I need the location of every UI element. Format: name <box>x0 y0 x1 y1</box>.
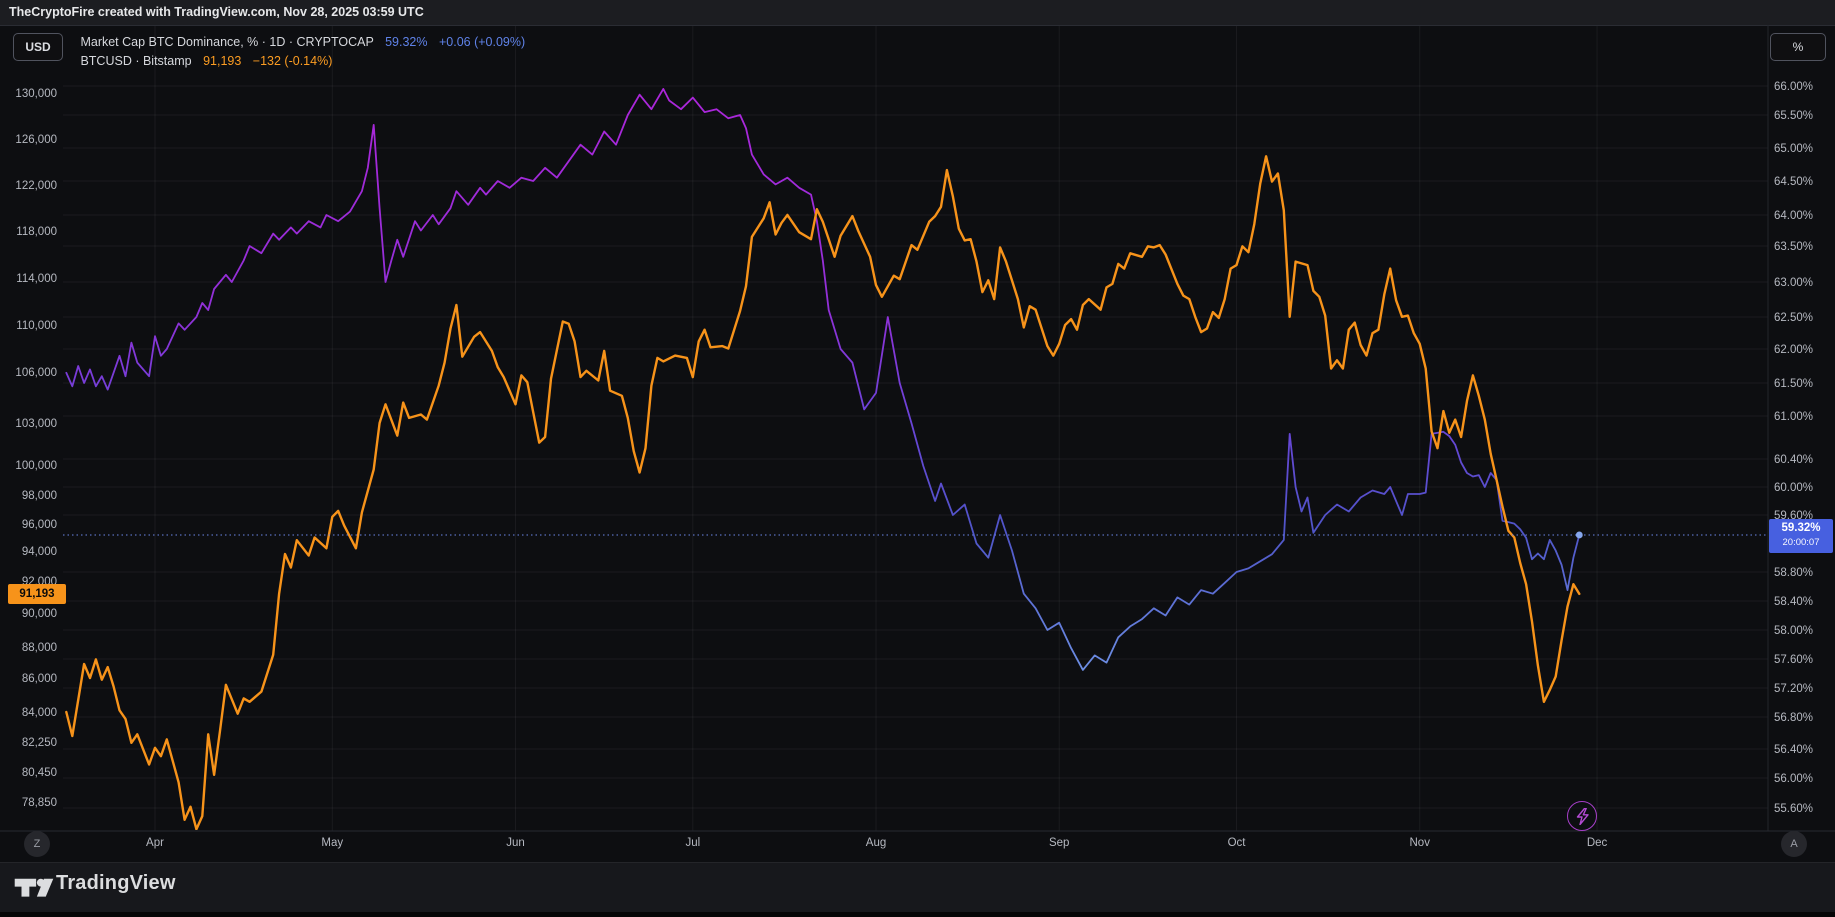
left-axis-tick-label: 130,000 <box>15 88 57 100</box>
time-axis-month-label: May <box>321 837 343 849</box>
right-axis-tick-label: 58.00% <box>1774 625 1813 637</box>
right-axis-tick-label: 62.00% <box>1774 344 1813 356</box>
timezone-button[interactable]: Z <box>24 831 50 857</box>
right-axis-tick-label: 63.00% <box>1774 277 1813 289</box>
right-axis-tick-label: 61.00% <box>1774 411 1813 423</box>
left-axis-tick-label: 86,000 <box>22 673 57 685</box>
right-axis-tick-label: 63.50% <box>1774 241 1813 253</box>
footer-toolbar: TradingView <box>0 862 1835 912</box>
right-price-scale[interactable]: 66.00% 65.50% 65.00% 64.50% 64.00% 63.50% 63.0… <box>1774 81 1813 815</box>
bottom-strip <box>0 912 1835 917</box>
dominance-last-price-badge: 59.32% 20:00:07 <box>1769 519 1833 553</box>
left-axis-tick-label: 84,000 <box>22 707 57 719</box>
dominance-change: +0.06 (+0.09%) <box>439 35 525 49</box>
time-axis-month-label: Sep <box>1049 837 1069 849</box>
btcusd-last-price-badge: 91,193 <box>8 584 66 604</box>
legend-row-dominance[interactable]: Market Cap BTC Dominance, % · 1D · CRYPT… <box>80 33 525 52</box>
lightning-icon <box>1575 808 1590 825</box>
tradingview-chart-page: TheCryptoFire created with TradingView.c… <box>0 0 1835 917</box>
dominance-badge-countdown: 20:00:07 <box>1769 536 1833 549</box>
dominance-badge-price: 59.32% <box>1769 521 1833 536</box>
time-axis-month-label: Jul <box>685 837 700 849</box>
btcusd-last-value: 91,193 <box>203 54 241 68</box>
dominance-line-series[interactable] <box>66 89 1579 670</box>
left-axis-tick-label: 110,000 <box>16 320 57 332</box>
right-axis-tick-label: 58.40% <box>1774 596 1813 608</box>
right-axis-tick-label: 60.00% <box>1774 482 1813 494</box>
left-axis-tick-label: 96,000 <box>22 519 57 531</box>
right-axis-tick-label: 64.50% <box>1774 176 1813 188</box>
right-axis-tick-label: 64.00% <box>1774 210 1813 222</box>
left-axis-tick-label: 100,000 <box>15 460 57 472</box>
currency-button[interactable]: USD <box>13 33 63 61</box>
left-axis-tick-label: 114,000 <box>16 273 57 285</box>
legend-rows: Market Cap BTC Dominance, % · 1D · CRYPT… <box>80 33 525 71</box>
btcusd-symbol-label: BTCUSD · Bitstamp <box>80 54 191 68</box>
right-axis-tick-label: 57.20% <box>1774 683 1813 695</box>
dominance-symbol-label: Market Cap BTC Dominance, % · 1D · CRYPT… <box>80 35 373 49</box>
attribution-bar: TheCryptoFire created with TradingView.c… <box>0 0 1835 25</box>
right-axis-tick-label: 62.50% <box>1774 312 1813 324</box>
right-axis-tick-label: 56.40% <box>1774 744 1813 756</box>
attribution-text: TheCryptoFire created with TradingView.c… <box>9 5 424 19</box>
right-axis-tick-label: 65.50% <box>1774 110 1813 122</box>
time-scale[interactable]: Apr May Jun Jul Aug Sep Oct Nov Dec <box>146 837 1607 849</box>
time-axis-month-label: Apr <box>146 837 164 849</box>
dominance-last-value: 59.32% <box>385 35 427 49</box>
right-axis-tick-label: 66.00% <box>1774 81 1813 93</box>
left-axis-tick-label: 90,000 <box>22 608 57 620</box>
left-axis-tick-label: 88,000 <box>22 642 57 654</box>
last-point-dot <box>1576 532 1583 539</box>
left-axis-tick-label: 94,000 <box>22 546 57 558</box>
left-axis-tick-label: 103,000 <box>15 418 57 430</box>
left-axis-tick-label: 118,000 <box>16 226 57 238</box>
time-axis-month-label: Jun <box>506 837 525 849</box>
right-axis-tick-label: 57.60% <box>1774 654 1813 666</box>
chart-legend: USD Market Cap BTC Dominance, % · 1D · C… <box>13 33 525 71</box>
right-axis-tick-label: 56.80% <box>1774 712 1813 724</box>
btcusd-change: −132 (-0.14%) <box>253 54 333 68</box>
time-axis-month-label: Dec <box>1587 837 1608 849</box>
time-axis-month-label: Aug <box>866 837 886 849</box>
right-axis-tick-label: 58.80% <box>1774 567 1813 579</box>
right-axis-tick-label: 65.00% <box>1774 143 1813 155</box>
left-price-scale[interactable]: 130,000 126,000 122,000 118,000 114,000 110,0… <box>15 88 57 809</box>
tradingview-brand-text[interactable]: TradingView <box>56 872 176 895</box>
left-axis-tick-label: 126,000 <box>15 134 57 146</box>
grid <box>63 26 1768 831</box>
left-axis-tick-label: 98,000 <box>22 490 57 502</box>
tradingview-logo-icon[interactable] <box>14 874 54 902</box>
left-axis-tick-label: 80,450 <box>22 767 57 779</box>
legend-row-btcusd[interactable]: BTCUSD · Bitstamp 91,193 −132 (-0.14%) <box>80 52 525 71</box>
right-axis-tick-label: 56.00% <box>1774 773 1813 785</box>
left-axis-tick-label: 106,000 <box>15 367 57 379</box>
left-axis-tick-label: 82,250 <box>22 737 57 749</box>
price-chart[interactable]: 130,000 126,000 122,000 118,000 114,000 110,0… <box>0 25 1835 862</box>
left-axis-tick-label: 122,000 <box>15 180 57 192</box>
right-axis-tick-label: 61.50% <box>1774 378 1813 390</box>
right-axis-tick-label: 60.40% <box>1774 454 1813 466</box>
boost-button[interactable] <box>1567 801 1597 831</box>
right-axis-tick-label: 55.60% <box>1774 803 1813 815</box>
auto-scale-button[interactable]: A <box>1781 831 1807 857</box>
time-axis-month-label: Oct <box>1228 837 1247 849</box>
time-axis-month-label: Nov <box>1410 837 1431 849</box>
percent-unit-button[interactable]: % <box>1770 33 1826 61</box>
left-axis-tick-label: 78,850 <box>22 797 57 809</box>
